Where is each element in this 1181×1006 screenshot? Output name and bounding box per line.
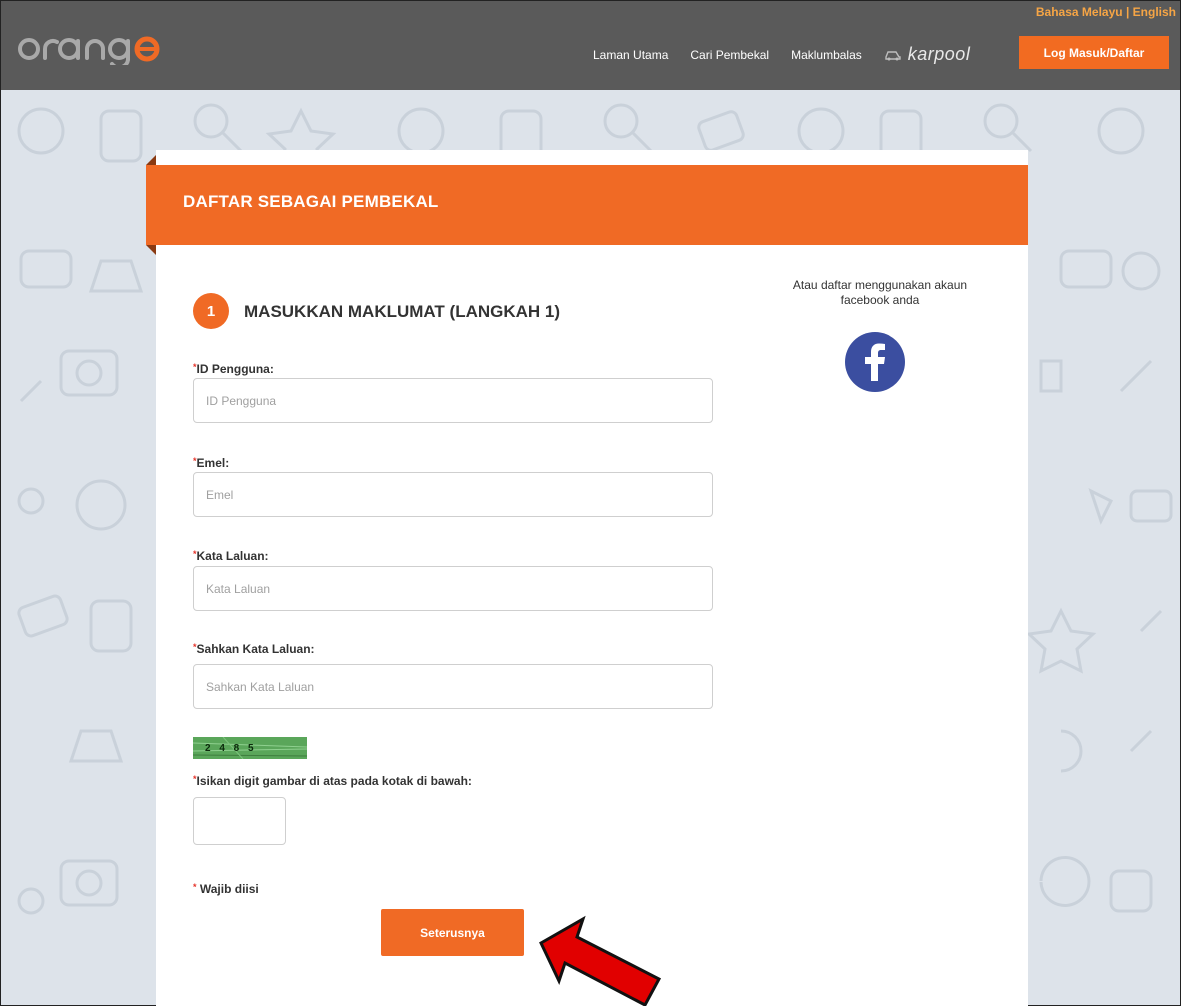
email-input[interactable] [193,472,713,517]
banner-title: DAFTAR SEBAGAI PEMBEKAL [183,192,439,211]
ribbon-fold-bottom [146,245,156,255]
confirm-password-input[interactable] [193,664,713,709]
top-navigation-bar: Bahasa Melayu | English Laman Utama Cari… [1,1,1180,90]
username-input[interactable] [193,378,713,423]
nav-maklumbalas[interactable]: Maklumbalas [791,48,862,62]
password-label: *Kata Laluan: [193,549,269,563]
language-switcher: Bahasa Melayu | English [1036,5,1176,19]
ribbon-fold-top [146,155,156,165]
lang-malay-link[interactable]: Bahasa Melayu [1036,5,1123,19]
karpool-link[interactable]: karpool [884,44,971,65]
step-number-badge: 1 [193,293,229,329]
required-note: * Wajib diisi [193,882,259,896]
confirm-password-label: *Sahkan Kata Laluan: [193,642,315,656]
captcha-label: *Isikan digit gambar di atas pada kotak … [193,774,472,788]
facebook-signup-text: Atau daftar menggunakan akaun facebook a… [792,278,968,307]
page: { "header": { "logo_text": "orange", "la… [0,0,1181,1006]
main-nav: Laman Utama Cari Pembekal Maklumbalas ka… [593,44,986,65]
annotation-arrow-icon [539,915,662,1006]
next-button[interactable]: Seterusnya [381,909,524,956]
lang-english-link[interactable]: English [1133,5,1176,19]
captcha-digits: 2 4 8 5 [205,743,257,754]
nav-laman-utama[interactable]: Laman Utama [593,48,668,62]
nav-cari-pembekal[interactable]: Cari Pembekal [690,48,769,62]
karpool-label: karpool [907,44,971,64]
login-register-button[interactable]: Log Masuk/Daftar [1019,36,1169,69]
orange-logo[interactable] [17,29,167,65]
lang-separator: | [1125,5,1130,19]
email-label: *Emel: [193,456,230,470]
captcha-input[interactable] [193,797,286,845]
step-title: MASUKKAN MAKLUMAT (LANGKAH 1) [244,302,561,321]
username-label: *ID Pengguna: [193,362,274,376]
facebook-icon[interactable] [845,332,905,392]
required-asterisk: * [193,882,197,892]
car-icon [885,50,901,60]
captcha-image: 2 4 8 5 [193,737,307,759]
password-input[interactable] [193,566,713,611]
